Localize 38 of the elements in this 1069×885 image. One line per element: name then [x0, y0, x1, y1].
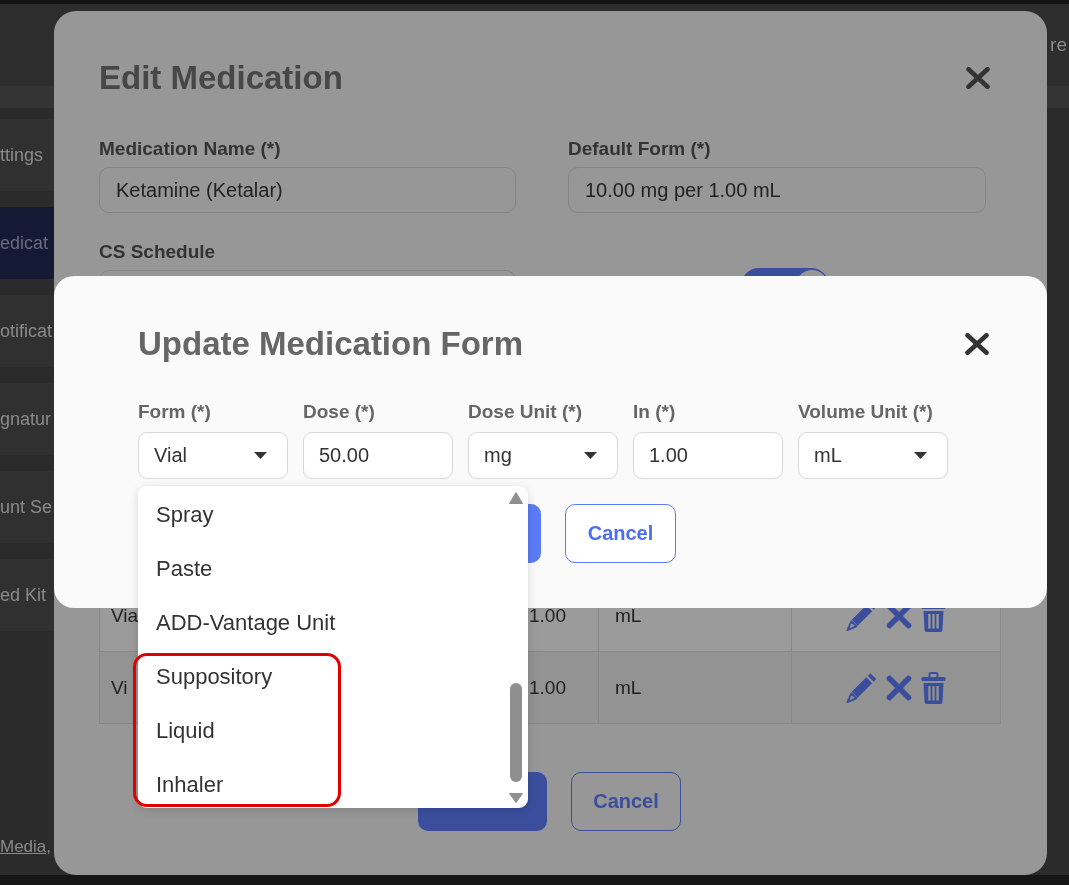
- header-text: re: [1050, 34, 1067, 56]
- footer-link[interactable]: Media,: [0, 837, 52, 857]
- select-field[interactable]: mL: [798, 432, 948, 479]
- table-cell: mL: [599, 652, 792, 723]
- cancel-button[interactable]: Cancel: [565, 504, 676, 563]
- field-label: Default Form (*): [568, 137, 712, 161]
- sidebar-item[interactable]: unt Se: [0, 471, 54, 543]
- sidebar-item[interactable]: ttings: [0, 119, 54, 191]
- caret-down-icon: [584, 452, 597, 459]
- field-label: Medication Name (*): [99, 137, 282, 161]
- field-label: Dose Unit (*): [468, 400, 583, 424]
- primary-button[interactable]: [528, 504, 541, 563]
- sidebar-item[interactable]: gnatur: [0, 383, 54, 455]
- field-label: Form (*): [138, 400, 212, 424]
- input-field[interactable]: 50.00: [303, 432, 453, 479]
- caret-down-icon[interactable]: [509, 793, 523, 803]
- select-field[interactable]: mg: [468, 432, 618, 479]
- dropdown-option[interactable]: ADD-Vantage Unit: [138, 596, 488, 650]
- caret-up-icon[interactable]: [509, 492, 523, 504]
- field-label: Volume Unit (*): [798, 400, 934, 424]
- close-icon[interactable]: [965, 333, 989, 355]
- field-label: CS Schedule: [99, 240, 217, 264]
- dropdown-option[interactable]: Inhaler: [138, 758, 488, 812]
- sidebar-item[interactable]: ed Kit: [0, 559, 54, 631]
- scrollbar-thumb[interactable]: [510, 683, 522, 782]
- input-field[interactable]: 1.00: [633, 432, 783, 479]
- dropdown-option[interactable]: Suppository: [138, 650, 488, 704]
- field-label: Dose (*): [303, 400, 376, 424]
- select-field[interactable]: Vial: [138, 432, 288, 479]
- input-field[interactable]: 10.00 mg per 1.00 mL: [568, 167, 986, 213]
- sidebar-item[interactable]: otificat: [0, 295, 54, 367]
- dialog-title: Update Medication Form: [138, 324, 524, 364]
- caret-down-icon: [914, 452, 927, 459]
- dialog-title: Edit Medication: [99, 58, 343, 98]
- dropdown-option[interactable]: Spray: [138, 488, 488, 542]
- field-label: In (*): [633, 400, 677, 424]
- input-field[interactable]: Ketamine (Ketalar): [99, 167, 516, 213]
- caret-down-icon: [254, 452, 267, 459]
